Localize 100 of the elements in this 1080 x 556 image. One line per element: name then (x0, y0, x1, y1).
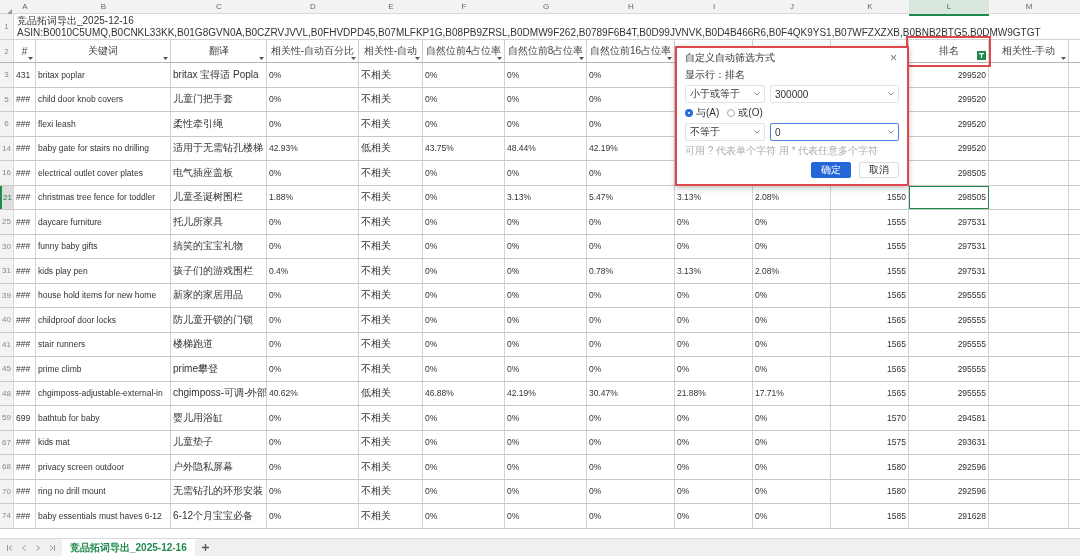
table-cell: 新家的家居用品 (173, 288, 243, 303)
row-number[interactable]: 25 (0, 210, 14, 234)
table-cell: 0% (755, 339, 768, 350)
row-number[interactable]: 5 (0, 87, 14, 111)
column-letter[interactable]: L (909, 0, 989, 16)
table-cell: 0% (589, 339, 602, 350)
column-letter[interactable]: E (359, 0, 423, 16)
table-cell: 0% (507, 69, 520, 80)
operator-dropdown[interactable]: 小于或等于 (685, 85, 765, 103)
table-cell: 0% (507, 510, 520, 521)
table-cell: 托儿所家具 (173, 214, 223, 229)
chevron-down-icon[interactable] (888, 92, 894, 96)
column-letter[interactable]: G (505, 0, 587, 16)
row-number[interactable]: 74 (0, 504, 14, 528)
column-letter[interactable]: M (989, 0, 1069, 16)
row-number[interactable]: 3 (0, 63, 14, 87)
filter-dropdown-icon[interactable] (1061, 57, 1066, 60)
row-number[interactable]: 6 (0, 112, 14, 136)
filter-active-icon[interactable] (977, 51, 986, 60)
ok-button[interactable]: 确定 (811, 162, 851, 178)
row-number[interactable]: 45 (0, 357, 14, 381)
table-cell: 楼梯跑道 (173, 337, 213, 352)
column-letter[interactable]: I (675, 0, 753, 16)
column-letter[interactable]: K (831, 0, 909, 16)
row-number[interactable]: 1 (0, 14, 14, 39)
filter-dropdown-icon[interactable] (259, 57, 264, 60)
chevron-down-icon[interactable] (754, 130, 760, 134)
close-button[interactable]: × (888, 52, 899, 64)
table-cell: 0% (755, 241, 768, 252)
row-number[interactable]: 59 (0, 406, 14, 430)
table-cell: 0% (269, 510, 282, 521)
table-cell: 0% (755, 216, 768, 227)
table-cell: 不相关 (361, 508, 391, 523)
row-number[interactable]: 31 (0, 259, 14, 283)
row-number[interactable]: 39 (0, 283, 14, 307)
filter-dropdown-icon[interactable] (579, 57, 584, 60)
table-cell: ### (16, 94, 31, 105)
table-cell: funny baby gifts (38, 241, 98, 252)
row-number[interactable]: 2 (0, 40, 14, 62)
table-cell: 0% (507, 265, 520, 276)
table-cell: 42.19% (589, 143, 618, 154)
column-letter[interactable]: H (587, 0, 675, 16)
column-letter[interactable]: J (753, 0, 831, 16)
row-number[interactable]: 16 (0, 161, 14, 185)
column-letter[interactable]: F (423, 0, 505, 16)
row-number[interactable]: 21 (0, 185, 14, 209)
add-sheet-icon[interactable] (200, 543, 210, 552)
table-cell: 孩子们的游戏围栏 (173, 263, 253, 278)
radio-option[interactable]: 或(O) (727, 106, 763, 120)
filter-dropdown-icon[interactable] (667, 57, 672, 60)
table-cell: 30.47% (589, 388, 618, 399)
table-cell: baby essentials must haves 6-12 (38, 510, 162, 521)
column-letter[interactable]: C (171, 0, 267, 16)
table-cell: 0% (507, 290, 520, 301)
row-number[interactable]: 14 (0, 136, 14, 160)
table-cell: 0% (589, 216, 602, 227)
table-cell: baby gate for stairs no drilling (38, 143, 150, 154)
row-number[interactable]: 30 (0, 234, 14, 258)
chevron-down-icon[interactable] (888, 130, 894, 134)
row-number[interactable]: 70 (0, 479, 14, 503)
table-cell: 17.71% (755, 388, 784, 399)
table-cell: christmas tree fence for toddler (38, 192, 156, 203)
filter-dropdown-icon[interactable] (497, 57, 502, 60)
row-number[interactable]: 68 (0, 455, 14, 479)
row-number[interactable]: 40 (0, 308, 14, 332)
table-cell: 2.08% (755, 265, 780, 276)
filter-dropdown-icon[interactable] (163, 57, 168, 60)
filter-dropdown-icon[interactable] (351, 57, 356, 60)
cancel-button[interactable]: 取消 (859, 162, 899, 178)
column-letter[interactable]: D (267, 0, 359, 16)
table-cell: 儿童门把手套 (173, 92, 233, 107)
table-cell: 0% (269, 167, 282, 178)
table-cell: 292596 (957, 461, 986, 472)
sheet-tab[interactable]: 竞品拓词导出_2025-12-16 (62, 539, 195, 556)
table-cell: 0% (677, 290, 690, 301)
row-number[interactable]: 67 (0, 430, 14, 454)
table-cell: 1555 (887, 265, 906, 276)
table-cell: 不相关 (361, 67, 391, 82)
table-cell: ### (16, 339, 31, 350)
table-cell: ### (16, 241, 31, 252)
table-cell: 0% (507, 363, 520, 374)
table-cell: 0% (589, 241, 602, 252)
chevron-down-icon[interactable] (754, 92, 760, 96)
row-number[interactable]: 41 (0, 332, 14, 356)
table-cell: 不相关 (361, 361, 391, 376)
column-header: 关键词 (88, 44, 118, 58)
operator-dropdown[interactable]: 不等于 (685, 123, 765, 141)
value-combobox[interactable]: 300000 (770, 85, 899, 103)
table-cell: house hold items for new home (38, 290, 157, 301)
table-cell: 699 (16, 412, 31, 423)
radio-option[interactable]: 与(A) (685, 106, 720, 120)
table-cell: 0% (425, 69, 438, 80)
row-number[interactable]: 48 (0, 381, 14, 405)
filter-dropdown-icon[interactable] (28, 57, 33, 60)
column-letter[interactable]: B (36, 0, 171, 16)
column-letter[interactable]: A (14, 0, 36, 16)
filter-dropdown-icon[interactable] (415, 57, 420, 60)
table-cell: 0% (425, 192, 438, 203)
value-combobox[interactable]: 0 (770, 123, 899, 141)
table-cell: ### (16, 510, 31, 521)
